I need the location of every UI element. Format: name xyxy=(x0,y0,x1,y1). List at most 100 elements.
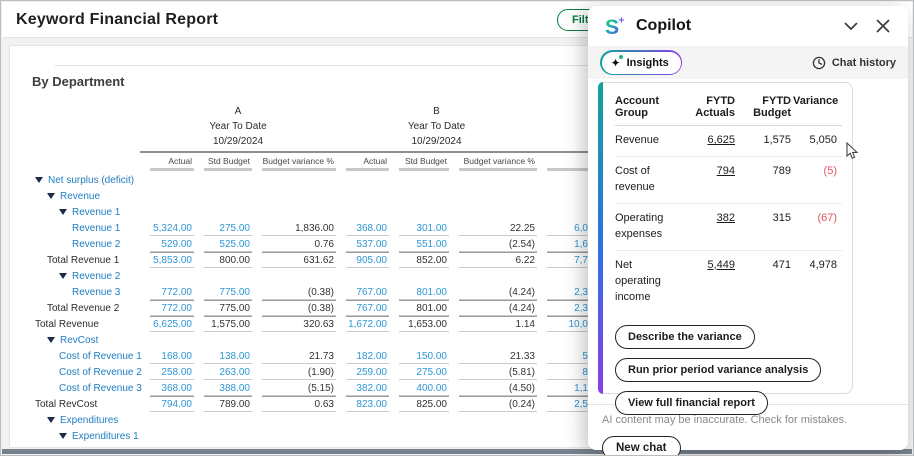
value-link-cell[interactable]: 525.00 xyxy=(204,236,252,252)
collapse-triangle-icon[interactable] xyxy=(47,193,55,199)
value-link-cell[interactable]: 905.00 xyxy=(346,252,389,268)
close-panel-button[interactable] xyxy=(874,17,892,35)
value-link-cell[interactable]: 767.00 xyxy=(346,300,389,316)
value-link-cell[interactable]: 5,853.00 xyxy=(150,252,194,268)
value-link-cell[interactable]: 59.00 xyxy=(399,444,449,448)
column-group-name: A xyxy=(140,104,336,119)
value-link-cell[interactable]: 132.00 xyxy=(150,444,194,448)
row-label-cell: Revenue 1 xyxy=(32,220,140,236)
collapse-triangle-icon[interactable] xyxy=(47,337,55,343)
suggestion-button[interactable]: Describe the variance xyxy=(615,325,755,349)
value-link-cell[interactable]: 301.00 xyxy=(399,220,449,236)
value-link-cell[interactable]: 794.00 xyxy=(150,396,194,412)
row-label[interactable]: Expenditures xyxy=(60,415,118,426)
value-link-cell[interactable]: 775.00 xyxy=(204,284,252,300)
row-label-cell: Cost of Revenue 2 xyxy=(32,364,140,380)
value-link-cell[interactable]: 801.00 xyxy=(399,284,449,300)
row-label[interactable]: RevCost xyxy=(60,335,98,346)
table-row: Net surplus (deficit) xyxy=(32,172,652,188)
row-label[interactable]: Revenue 1 xyxy=(72,207,120,218)
page-title: Keyword Financial Report xyxy=(16,11,218,29)
variance-value: (67) xyxy=(793,211,839,243)
value-cell xyxy=(262,428,336,444)
suggestion-button[interactable]: View full financial report xyxy=(615,391,768,415)
value-cell xyxy=(204,268,252,284)
value-link-cell[interactable]: 150.00 xyxy=(399,348,449,364)
value-link-cell[interactable]: 772.00 xyxy=(150,300,194,316)
value-cell: 22.25 xyxy=(459,220,537,236)
value-cell: (4.50) xyxy=(459,380,537,396)
value-link-cell[interactable]: 368.00 xyxy=(150,380,194,396)
fytd-actuals-link[interactable]: 794 xyxy=(677,164,737,196)
column-label: Std Budget xyxy=(389,154,449,171)
fytd-budget-value: 471 xyxy=(737,258,793,306)
chat-history-button[interactable]: Chat history xyxy=(812,56,896,70)
collapse-triangle-icon[interactable] xyxy=(35,177,43,183)
row-label[interactable]: Cost of Revenue 3 xyxy=(59,383,142,394)
table-row: RevCost xyxy=(32,332,652,348)
value-cell xyxy=(399,428,449,444)
row-label[interactable]: Expenditure 1 xyxy=(72,447,134,449)
value-link-cell[interactable]: 772.00 xyxy=(150,284,194,300)
value-link-cell[interactable]: 823.00 xyxy=(346,396,389,412)
value-link-cell[interactable]: 263.00 xyxy=(204,364,252,380)
value-link-cell[interactable]: 182.00 xyxy=(346,348,389,364)
value-link-cell[interactable]: 551.00 xyxy=(399,236,449,252)
row-label[interactable]: Revenue 1 xyxy=(72,223,120,234)
collapse-triangle-icon[interactable] xyxy=(59,273,67,279)
collapse-panel-button[interactable] xyxy=(842,20,860,33)
row-label[interactable]: Cost of Revenue 1 xyxy=(59,351,142,362)
fytd-actuals-link[interactable]: 5,449 xyxy=(677,258,737,306)
table-row: Expenditures 1 xyxy=(32,428,652,444)
value-link-cell[interactable]: 400.00 xyxy=(399,380,449,396)
value-link-cell[interactable]: 388.00 xyxy=(204,380,252,396)
value-link-cell[interactable]: 537.00 xyxy=(346,236,389,252)
value-link-cell[interactable]: 368.00 xyxy=(346,220,389,236)
value-link-cell[interactable]: 5,324.00 xyxy=(150,220,194,236)
value-cell xyxy=(346,412,389,428)
value-link-cell[interactable]: 168.00 xyxy=(150,348,194,364)
value-link-cell[interactable]: 138.00 xyxy=(204,348,252,364)
new-chat-button[interactable]: New chat xyxy=(602,436,681,456)
value-link-cell[interactable]: 55.00 xyxy=(204,444,252,448)
suggestion-button[interactable]: Run prior period variance analysis xyxy=(615,358,821,382)
row-label[interactable]: Revenue 3 xyxy=(72,287,120,298)
value-cell: (0.38) xyxy=(262,284,336,300)
row-label[interactable]: Revenue xyxy=(60,191,100,202)
value-link-cell[interactable]: 275.00 xyxy=(399,364,449,380)
value-link-cell[interactable]: 1,672.00 xyxy=(346,316,389,332)
copilot-summary-table: Account GroupFYTD ActualsFYTD BudgetVari… xyxy=(615,95,842,313)
row-label-cell: Expenditures xyxy=(32,412,140,428)
value-link-cell[interactable]: 275.00 xyxy=(204,220,252,236)
fytd-actuals-link[interactable]: 382 xyxy=(677,211,737,243)
row-label[interactable]: Net surplus (deficit) xyxy=(48,175,134,186)
row-label-cell: Revenue xyxy=(32,188,140,204)
insights-tab[interactable]: ✦ Insights xyxy=(600,50,682,75)
value-link-cell[interactable]: 6,625.00 xyxy=(150,316,194,332)
value-cell xyxy=(399,268,449,284)
collapse-triangle-icon[interactable] xyxy=(47,417,55,423)
row-label[interactable]: Expenditures 1 xyxy=(72,431,139,442)
value-link-cell[interactable]: 259.00 xyxy=(346,364,389,380)
value-link-cell[interactable]: 382.00 xyxy=(346,380,389,396)
table-header-row: Year To DateYear To Date xyxy=(32,119,652,134)
value-link-cell[interactable]: 767.00 xyxy=(346,284,389,300)
copilot-table-row: Revenue6,6251,5755,050 xyxy=(615,126,842,157)
row-label[interactable]: Cost of Revenue 2 xyxy=(59,367,142,378)
value-cell xyxy=(399,172,449,188)
value-link-cell[interactable]: 59.00 xyxy=(346,444,389,448)
value-link-cell[interactable]: 529.00 xyxy=(150,236,194,252)
value-cell: (5.15) xyxy=(262,380,336,396)
collapse-triangle-icon[interactable] xyxy=(59,433,67,439)
row-label-cell: Total RevCost xyxy=(32,396,140,412)
value-cell: 1,575.00 xyxy=(204,316,252,332)
row-label[interactable]: Revenue 2 xyxy=(72,239,120,250)
value-cell: (0.24) xyxy=(459,396,537,412)
value-link-cell[interactable]: 258.00 xyxy=(150,364,194,380)
row-label[interactable]: Revenue 2 xyxy=(72,271,120,282)
value-cell xyxy=(346,172,389,188)
table-row: Cost of Revenue 1168.00138.0021.73182.00… xyxy=(32,348,652,364)
copilot-header: S + Copilot xyxy=(588,6,908,46)
fytd-actuals-link[interactable]: 6,625 xyxy=(677,133,737,149)
collapse-triangle-icon[interactable] xyxy=(59,209,67,215)
